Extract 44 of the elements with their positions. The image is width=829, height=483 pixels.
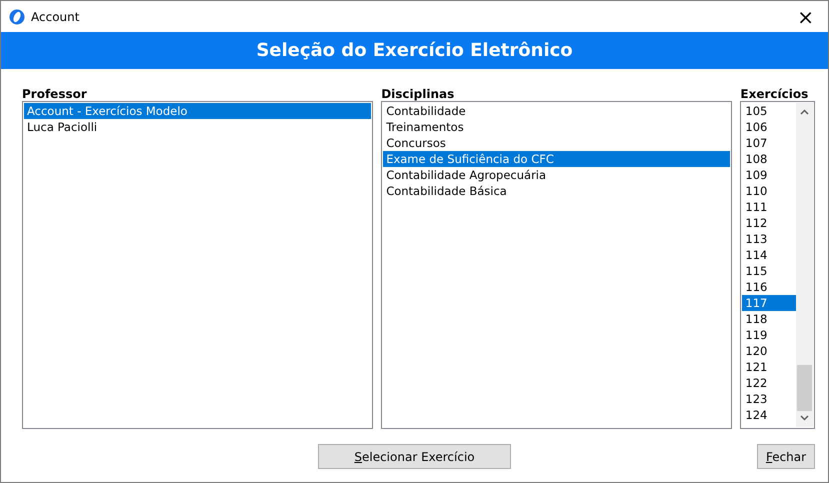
list-box[interactable]: Contabilidade Treinamentos Concursos Exame de Suficiência do CFC Contabilidade Agropecuária Contabilidade Básica — [381, 101, 732, 429]
list-box[interactable]: Account - Exercícios Modelo Luca Paciolli — [22, 101, 374, 429]
list-item[interactable]: Contabilidade Básica — [383, 183, 730, 199]
list-label: Disciplinas — [381, 87, 456, 101]
list-item[interactable]: Exame de Suficiência do CFC — [383, 151, 730, 167]
dialog-button[interactable]: Fechar — [757, 444, 815, 469]
list-item[interactable]: 120 — [742, 343, 796, 359]
list-item[interactable]: 114 — [742, 247, 796, 263]
list-item[interactable]: Treinamentos — [383, 119, 730, 135]
list-item[interactable]: 110 — [742, 183, 796, 199]
list-box[interactable]: 105 106 107 108 109 110 111 112 113 114 115 116 117 118 119 120 121 122 123 124 — [740, 101, 815, 429]
list-item[interactable]: 113 — [742, 231, 796, 247]
list-label: Professor — [22, 87, 88, 101]
scroll-thumb[interactable] — [796, 365, 812, 411]
list-item[interactable]: 121 — [742, 359, 796, 375]
list-item[interactable]: 117 — [742, 295, 796, 311]
header-title: Seleção do Exercício Eletrônico — [256, 40, 573, 61]
list-item[interactable]: 122 — [742, 375, 796, 391]
list-item[interactable]: 107 — [742, 135, 796, 151]
list-item[interactable]: Account - Exercícios Modelo — [24, 103, 372, 119]
list-item[interactable]: 119 — [742, 327, 796, 343]
list-item[interactable]: Luca Paciolli — [24, 119, 372, 135]
list-item[interactable]: 124 — [742, 407, 796, 423]
list-item[interactable]: 123 — [742, 391, 796, 407]
scroll-up-icon[interactable] — [800, 109, 809, 115]
list-item[interactable]: 111 — [742, 199, 796, 215]
scroll-down-icon[interactable] — [800, 415, 809, 421]
list-item[interactable]: 109 — [742, 167, 796, 183]
app-icon — [9, 8, 25, 24]
list-item[interactable]: Concursos — [383, 135, 730, 151]
list-item[interactable]: Contabilidade — [383, 103, 730, 119]
list-item[interactable]: 115 — [742, 263, 796, 279]
list-item[interactable]: Contabilidade Agropecuária — [383, 167, 730, 183]
scrollbar[interactable] — [796, 103, 813, 427]
window-title: Account — [31, 10, 80, 24]
list-item[interactable]: 106 — [742, 119, 796, 135]
list-label: Exercícios — [740, 87, 810, 101]
list-item[interactable]: 118 — [742, 311, 796, 327]
list-item[interactable]: 116 — [742, 279, 796, 295]
list-item[interactable]: 112 — [742, 215, 796, 231]
close-button[interactable]: × — [791, 4, 820, 28]
list-item[interactable]: 105 — [742, 103, 796, 119]
dialog-button[interactable]: Selecionar Exercício — [318, 444, 511, 469]
list-item[interactable]: 108 — [742, 151, 796, 167]
